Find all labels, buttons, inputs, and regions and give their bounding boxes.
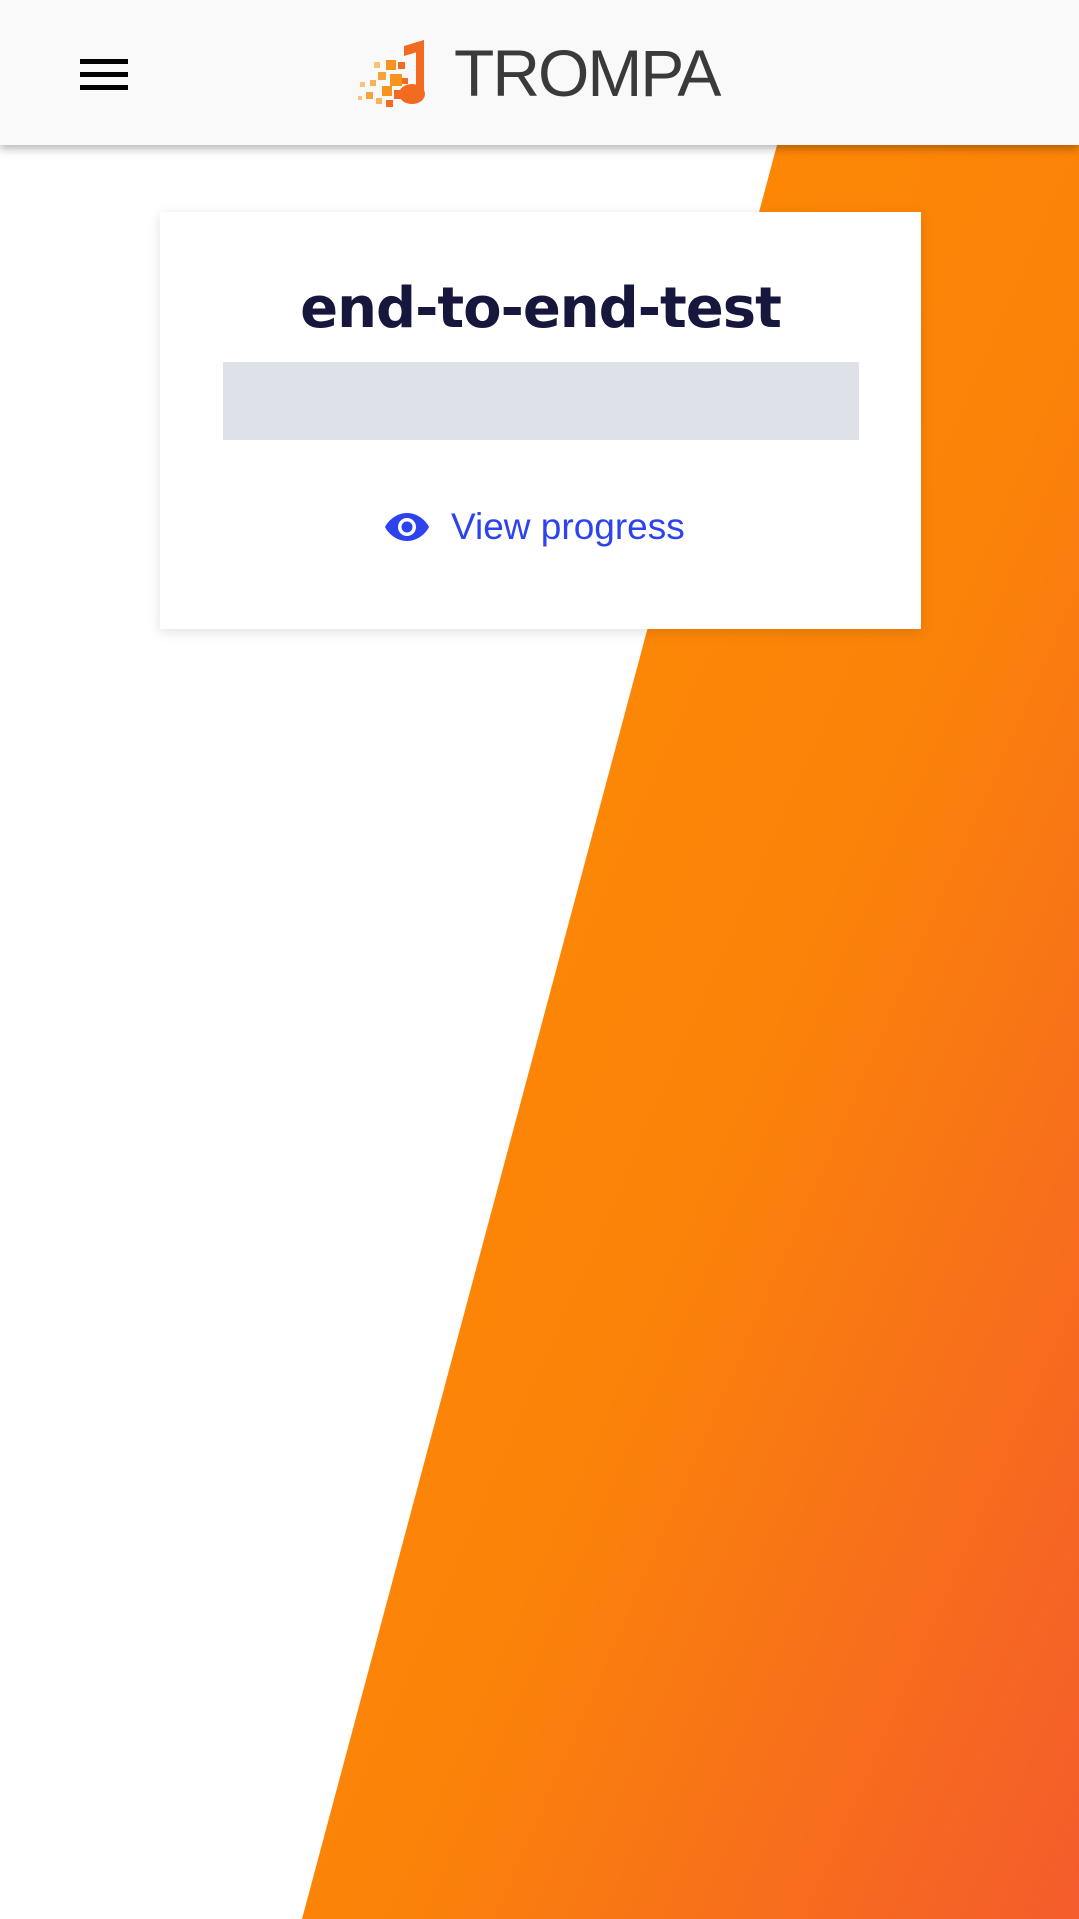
view-progress-link[interactable]: View progress	[385, 502, 685, 552]
job-title: end-to-end-test	[300, 276, 782, 341]
view-progress-label: View progress	[451, 506, 685, 547]
job-card: end-to-end-test View progress	[160, 212, 921, 629]
logo-text: TROMPA	[454, 36, 721, 110]
page: TROMPA end-to-end-test View progress	[0, 0, 1079, 1919]
hamburger-menu-icon[interactable]	[80, 56, 128, 94]
app-header: TROMPA	[0, 0, 1079, 145]
progress-bar	[223, 362, 859, 440]
trompa-logo[interactable]: TROMPA	[356, 36, 721, 110]
music-note-pixel-icon	[358, 40, 425, 107]
eye-icon	[385, 513, 429, 541]
